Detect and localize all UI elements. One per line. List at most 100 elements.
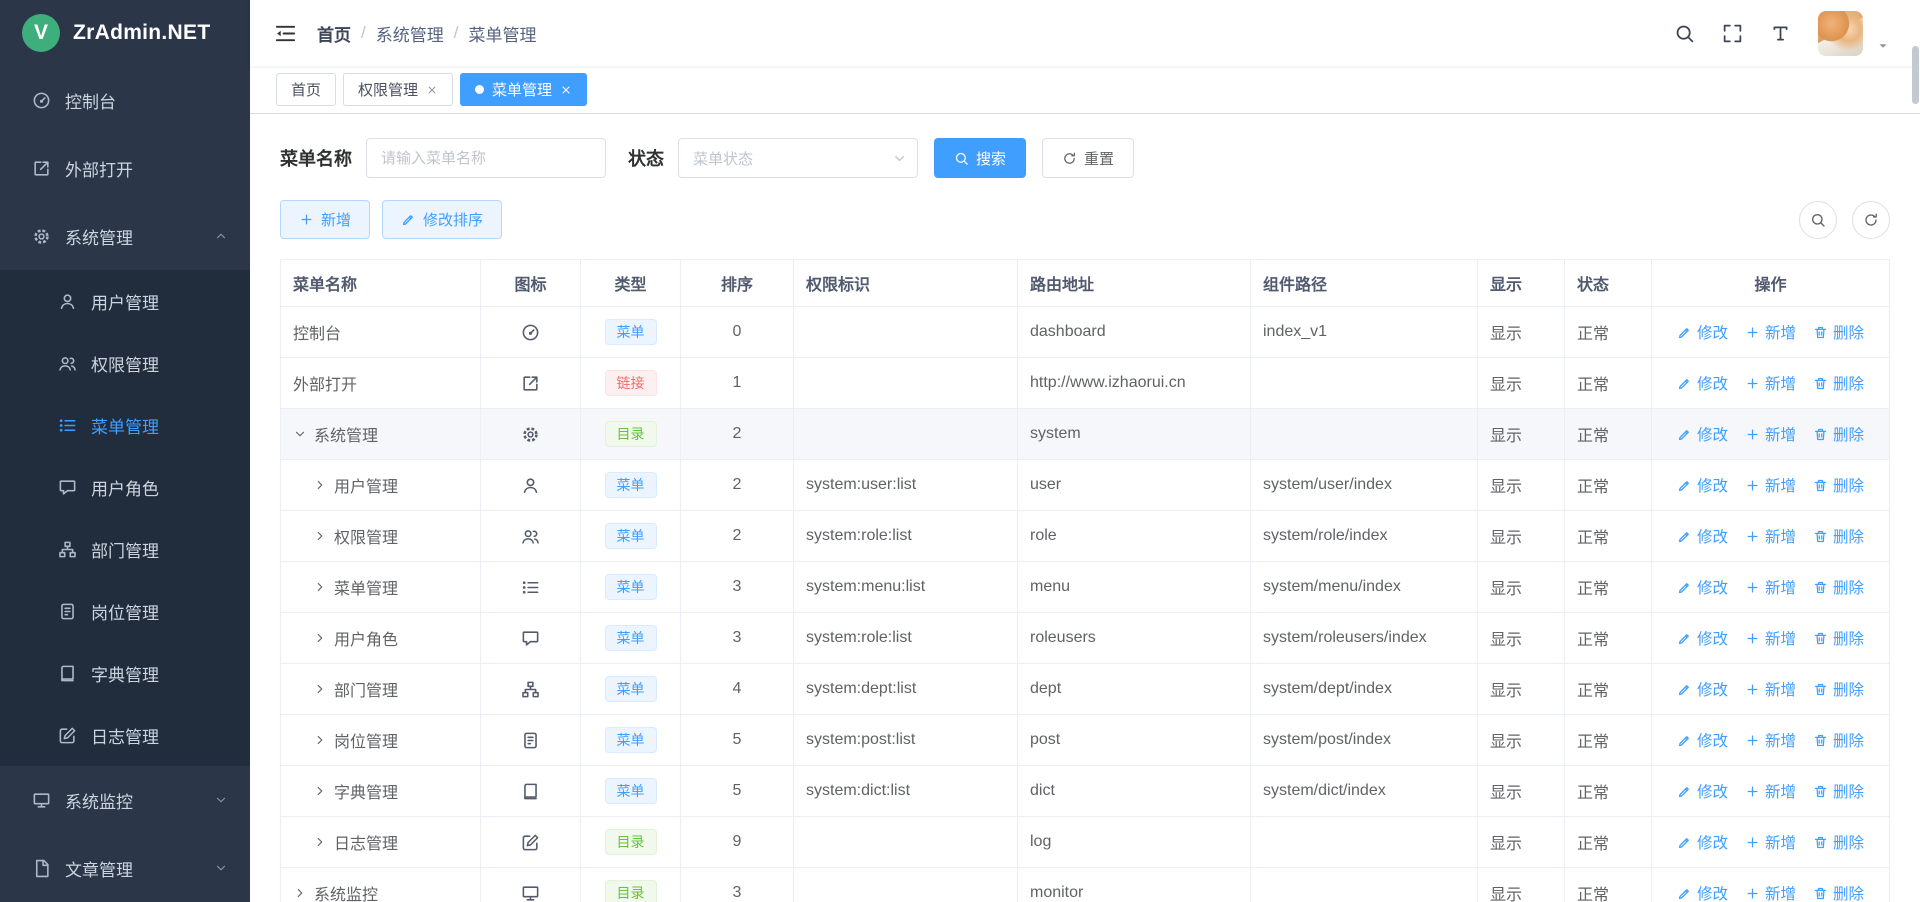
tab-menu[interactable]: 菜单管理 bbox=[460, 73, 587, 106]
add-child-button[interactable]: 新增 bbox=[1745, 678, 1796, 700]
status-select[interactable]: 菜单状态 bbox=[678, 138, 918, 178]
edit-button[interactable]: 修改 bbox=[1677, 882, 1728, 902]
close-icon[interactable] bbox=[560, 84, 572, 96]
breadcrumb-system[interactable]: 系统管理 bbox=[376, 21, 444, 46]
delete-button[interactable]: 删除 bbox=[1813, 882, 1864, 902]
add-child-button[interactable]: 新增 bbox=[1745, 831, 1796, 853]
expand-arrow-icon[interactable] bbox=[313, 580, 327, 594]
expand-arrow-icon[interactable] bbox=[313, 733, 327, 747]
edit-button[interactable]: 修改 bbox=[1677, 372, 1728, 394]
table-row: 日志管理目录9log显示正常修改新增删除 bbox=[281, 817, 1889, 868]
sort-cell: 5 bbox=[681, 766, 794, 817]
sidebar-item-post[interactable]: 岗位管理 bbox=[0, 580, 250, 642]
component-cell bbox=[1251, 409, 1478, 460]
refresh-table-button[interactable] bbox=[1852, 201, 1890, 239]
tab-role[interactable]: 权限管理 bbox=[343, 73, 453, 106]
close-icon[interactable] bbox=[426, 84, 438, 96]
sidebar-item-system[interactable]: 系统管理 bbox=[0, 202, 250, 270]
tab-home[interactable]: 首页 bbox=[276, 73, 336, 106]
scrollbar-thumb[interactable] bbox=[1912, 46, 1919, 104]
collapse-arrow-icon[interactable] bbox=[293, 427, 307, 441]
edit-button[interactable]: 修改 bbox=[1677, 831, 1728, 853]
add-child-button[interactable]: 新增 bbox=[1745, 627, 1796, 649]
toggle-search-button[interactable] bbox=[1799, 201, 1837, 239]
column-header: 路由地址 bbox=[1018, 260, 1251, 307]
sidebar-item-dashboard[interactable]: 控制台 bbox=[0, 66, 250, 134]
reset-button[interactable]: 重置 bbox=[1042, 138, 1134, 178]
sidebar-item-role[interactable]: 权限管理 bbox=[0, 332, 250, 394]
expand-arrow-icon[interactable] bbox=[313, 784, 327, 798]
add-child-button[interactable]: 新增 bbox=[1745, 474, 1796, 496]
delete-button[interactable]: 删除 bbox=[1813, 780, 1864, 802]
dashboard-icon bbox=[521, 323, 540, 342]
status-cell: 正常 bbox=[1565, 715, 1652, 766]
delete-button[interactable]: 删除 bbox=[1813, 474, 1864, 496]
avatar[interactable] bbox=[1818, 11, 1863, 56]
expand-arrow-icon[interactable] bbox=[313, 529, 327, 543]
add-child-button[interactable]: 新增 bbox=[1745, 423, 1796, 445]
sidebar-item-article[interactable]: 文章管理 bbox=[0, 834, 250, 902]
expand-arrow-icon[interactable] bbox=[313, 835, 327, 849]
delete-button[interactable]: 删除 bbox=[1813, 525, 1864, 547]
expand-arrow-icon[interactable] bbox=[313, 478, 327, 492]
delete-button[interactable]: 删除 bbox=[1813, 678, 1864, 700]
edit-button[interactable]: 修改 bbox=[1677, 423, 1728, 445]
sidebar-item-user[interactable]: 用户管理 bbox=[0, 270, 250, 332]
add-child-button[interactable]: 新增 bbox=[1745, 729, 1796, 751]
edit-button[interactable]: 修改 bbox=[1677, 576, 1728, 598]
header-search-icon[interactable] bbox=[1674, 23, 1695, 44]
edit-icon bbox=[521, 833, 540, 852]
sidebar-item-menu[interactable]: 菜单管理 bbox=[0, 394, 250, 456]
icon-cell bbox=[481, 409, 581, 460]
add-button[interactable]: 新增 bbox=[280, 200, 370, 239]
sidebar-item-external[interactable]: 外部打开 bbox=[0, 134, 250, 202]
edit-button[interactable]: 修改 bbox=[1677, 474, 1728, 496]
delete-button[interactable]: 删除 bbox=[1813, 729, 1864, 751]
font-size-icon[interactable] bbox=[1770, 23, 1791, 44]
sidebar-item-monitor[interactable]: 系统监控 bbox=[0, 766, 250, 834]
breadcrumb-home[interactable]: 首页 bbox=[317, 21, 351, 46]
sidebar-item-dept[interactable]: 部门管理 bbox=[0, 518, 250, 580]
trash-icon bbox=[1813, 733, 1828, 748]
edit-pen-icon bbox=[1677, 580, 1692, 595]
delete-button[interactable]: 删除 bbox=[1813, 372, 1864, 394]
sort-cell: 3 bbox=[681, 868, 794, 902]
edit-button[interactable]: 修改 bbox=[1677, 780, 1728, 802]
edit-pen-icon bbox=[1677, 325, 1692, 340]
delete-button[interactable]: 删除 bbox=[1813, 627, 1864, 649]
sidebar-item-dict[interactable]: 字典管理 bbox=[0, 642, 250, 704]
expand-arrow-icon[interactable] bbox=[313, 631, 327, 645]
add-child-button[interactable]: 新增 bbox=[1745, 576, 1796, 598]
add-child-button[interactable]: 新增 bbox=[1745, 321, 1796, 343]
expand-arrow-icon[interactable] bbox=[293, 886, 307, 900]
edit-button[interactable]: 修改 bbox=[1677, 627, 1728, 649]
add-child-button[interactable]: 新增 bbox=[1745, 525, 1796, 547]
column-header: 类型 bbox=[581, 260, 681, 307]
delete-button[interactable]: 删除 bbox=[1813, 423, 1864, 445]
user-menu-caret-icon[interactable] bbox=[1876, 39, 1890, 53]
icon-cell bbox=[481, 766, 581, 817]
edit-button[interactable]: 修改 bbox=[1677, 729, 1728, 751]
fullscreen-icon[interactable] bbox=[1722, 23, 1743, 44]
delete-button[interactable]: 删除 bbox=[1813, 321, 1864, 343]
delete-button[interactable]: 删除 bbox=[1813, 831, 1864, 853]
path-cell: dashboard bbox=[1018, 307, 1251, 358]
search-button[interactable]: 搜索 bbox=[934, 138, 1026, 178]
edit-sort-button[interactable]: 修改排序 bbox=[382, 200, 502, 239]
perm-cell: system:menu:list bbox=[794, 562, 1018, 613]
menu-name: 字典管理 bbox=[334, 779, 398, 803]
sidebar-item-log[interactable]: 日志管理 bbox=[0, 704, 250, 766]
edit-button[interactable]: 修改 bbox=[1677, 678, 1728, 700]
expand-arrow-icon[interactable] bbox=[313, 682, 327, 696]
sidebar-item-roleusers[interactable]: 用户角色 bbox=[0, 456, 250, 518]
edit-pen-icon bbox=[1677, 682, 1692, 697]
sidebar-toggle-icon[interactable] bbox=[274, 22, 297, 45]
icon-cell bbox=[481, 817, 581, 868]
add-child-button[interactable]: 新增 bbox=[1745, 372, 1796, 394]
edit-button[interactable]: 修改 bbox=[1677, 321, 1728, 343]
edit-button[interactable]: 修改 bbox=[1677, 525, 1728, 547]
add-child-button[interactable]: 新增 bbox=[1745, 780, 1796, 802]
menu-name-input[interactable] bbox=[366, 138, 606, 178]
delete-button[interactable]: 删除 bbox=[1813, 576, 1864, 598]
add-child-button[interactable]: 新增 bbox=[1745, 882, 1796, 902]
